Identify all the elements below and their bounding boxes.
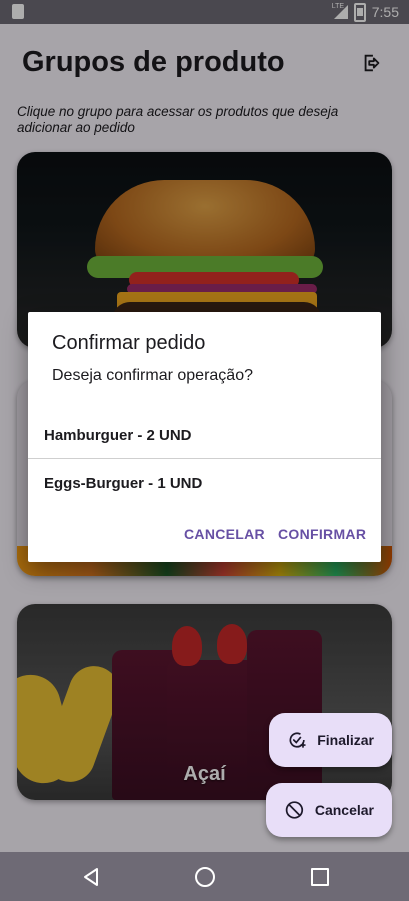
dialog-title: Confirmar pedido [52,332,206,354]
finalize-label: Finalizar [317,732,374,748]
back-icon[interactable] [82,867,100,887]
dialog-message: Deseja confirmar operação? [52,367,253,384]
divider [28,458,381,459]
recents-icon[interactable] [311,868,329,886]
dialog-confirm-button[interactable]: CONFIRMAR [278,526,366,542]
block-icon [285,801,304,819]
confirm-order-dialog: Confirmar pedido Deseja confirmar operaç… [28,312,381,562]
cancel-order-button[interactable]: Cancelar [266,783,392,837]
order-item: Eggs-Burguer - 1 UND [44,475,203,492]
system-nav-bar [0,852,409,901]
dialog-cancel-button[interactable]: CANCELAR [184,526,265,542]
home-icon[interactable] [195,867,215,887]
order-item: Hamburguer - 2 UND [44,427,192,444]
cancel-order-label: Cancelar [314,802,374,818]
finalize-button[interactable]: Finalizar [269,713,392,767]
check-add-icon [289,732,306,748]
